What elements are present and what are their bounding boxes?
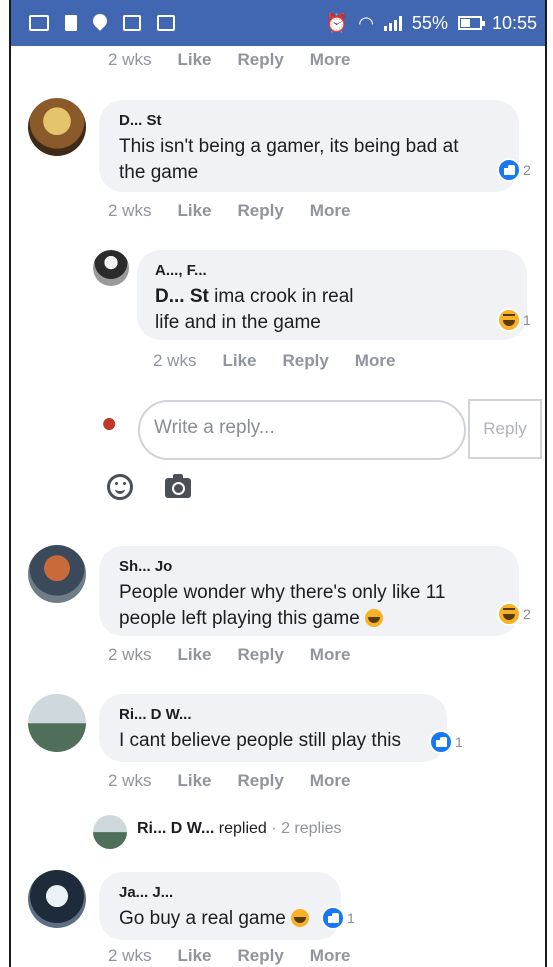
like-reaction-icon [497,158,521,182]
comment-author[interactable]: Ri... D W... [119,706,192,723]
like-reaction-icon [321,906,345,930]
replier-name: Ri... D W... [137,820,215,837]
reply-button[interactable]: Reply [238,771,284,791]
comment-actions: 2 wks Like Reply More [108,201,350,221]
mention-link[interactable]: D... St [155,286,209,307]
more-button[interactable]: More [310,201,351,221]
haha-reaction-icon [497,602,521,626]
replies-count: 2 replies [281,820,342,837]
laughing-emoji-icon [365,609,384,627]
comment-text-line-1: I cant believe people still play this [119,730,401,751]
like-button[interactable]: Like [222,351,256,371]
avatar[interactable] [93,815,127,849]
reaction-count: 1 [347,910,355,926]
reaction-summary[interactable]: 2 [497,602,531,626]
gallery-icon [29,15,49,31]
avatar[interactable] [28,98,86,156]
comments-screen: ⏰ ◠ 55% 10:55 2 wks Like Reply More D...… [9,0,547,967]
battery-icon [457,16,485,30]
replies-separator: · [271,820,277,837]
replied-verb: replied [218,820,267,837]
avatar[interactable] [28,694,86,752]
reply-input[interactable]: Write a reply... [138,400,466,460]
calendar-icon-2 [157,15,175,31]
like-button[interactable]: Like [177,50,211,70]
reaction-summary[interactable]: 1 [429,730,463,754]
comment-actions: 2 wks Like Reply More [108,50,350,70]
alarm-icon: ⏰ [325,12,349,33]
view-replies-link[interactable]: Ri... D W... replied · 2 replies [137,820,342,838]
more-button[interactable]: More [310,645,351,665]
comment-text-line-2: people left playing this game [119,608,360,629]
signal-icon [383,15,402,31]
more-button[interactable]: More [310,946,351,966]
notification-icon [65,15,77,31]
wifi-icon: ◠ [358,12,374,33]
status-bar: ⏰ ◠ 55% 10:55 [11,0,545,46]
reaction-summary[interactable]: 1 [497,308,531,332]
comment-text-line-2: the game [119,162,199,183]
haha-reaction-icon [497,308,521,332]
comment-bubble: Ri... D W... I cant believe people still… [99,694,447,762]
reaction-count: 2 [523,162,531,178]
like-reaction-icon [429,730,453,754]
reaction-count: 1 [455,734,463,750]
reply-button[interactable]: Reply [238,201,284,221]
comment-actions: 2 wks Like Reply More [108,645,350,665]
comment-author[interactable]: Ja... J... [119,884,173,901]
reaction-count: 2 [523,606,531,622]
more-button[interactable]: More [310,771,351,791]
comment-text-line-1: This isn't being a gamer, its being bad … [119,136,459,157]
comment-time: 2 wks [108,771,152,790]
reaction-count: 1 [523,312,531,328]
comment-bubble: Sh... Jo People wonder why there's only … [99,546,519,636]
battery-percent: 55% [411,12,448,33]
comment-author[interactable]: D... St [119,112,162,129]
comment-bubble: D... St This isn't being a gamer, its be… [99,100,519,192]
reply-actions: 2 wks Like Reply More [153,351,395,371]
calendar-icon [123,15,141,31]
emoji-icon[interactable] [107,474,133,500]
comment-text-line-1: Go buy a real game [119,908,286,929]
clock: 10:55 [491,12,537,33]
send-reply-button[interactable]: Reply [468,399,542,459]
like-button[interactable]: Like [177,201,211,221]
avatar[interactable] [93,250,129,286]
avatar[interactable] [28,545,86,603]
reply-author[interactable]: A..., F... [155,262,207,279]
current-user-avatar [93,406,129,442]
laughing-emoji-icon [291,909,310,927]
comment-actions: 2 wks Like Reply More [108,946,350,966]
reaction-summary[interactable]: 1 [321,906,355,930]
reply-text-line-2: life and in the game [155,312,321,333]
avatar[interactable] [28,870,86,928]
reply-button[interactable]: Reply [238,50,284,70]
like-button[interactable]: Like [177,645,211,665]
comment-time: 2 wks [108,50,152,69]
camera-icon[interactable] [165,474,191,498]
reply-text-line-1: ima crook in real [214,286,354,307]
reaction-summary[interactable]: 2 [497,158,531,182]
comment-actions: 2 wks Like Reply More [108,771,350,791]
comment-text-line-1: People wonder why there's only like 11 [119,582,446,603]
comment-time: 2 wks [108,201,152,220]
comment-time: 2 wks [108,946,152,965]
comment-bubble: Ja... J... Go buy a real game [99,872,341,940]
like-button[interactable]: Like [177,946,211,966]
comment-author[interactable]: Sh... Jo [119,558,172,575]
location-icon [90,11,110,31]
reply-bubble: A..., F... D... St ima crook in real lif… [137,250,527,340]
reply-button[interactable]: Reply [283,351,329,371]
reply-button[interactable]: Reply [238,645,284,665]
more-button[interactable]: More [355,351,396,371]
reply-button[interactable]: Reply [238,946,284,966]
reply-time: 2 wks [153,351,197,370]
comment-time: 2 wks [108,645,152,664]
more-button[interactable]: More [310,50,351,70]
like-button[interactable]: Like [177,771,211,791]
